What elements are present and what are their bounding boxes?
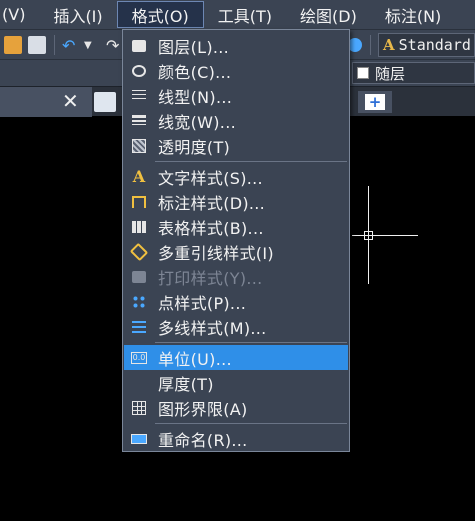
menu-item-table-style[interactable]: 表格样式(B)... [124, 214, 348, 239]
menu-tools[interactable]: 工具(T) [204, 1, 286, 28]
menu-item-label: 线宽(W)... [158, 112, 236, 132]
text-style-combo[interactable]: A Standard [378, 33, 475, 57]
menu-item-rename[interactable]: 重命名(R)... [124, 426, 348, 451]
match-properties-icon[interactable] [28, 36, 46, 54]
menu-item-linetype[interactable]: 线型(N)... [124, 83, 348, 108]
menu-insert[interactable]: 插入(I) [39, 1, 116, 28]
text-style-icon: A [383, 36, 395, 54]
close-icon[interactable]: ✕ [62, 89, 79, 113]
plus-icon: + [365, 94, 385, 110]
multiline-style-icon [124, 314, 154, 339]
menu-format[interactable]: 格式(O) [116, 1, 204, 28]
menu-item-label: 多线样式(M)... [158, 318, 267, 338]
menu-item-label: 重命名(R)... [158, 430, 248, 450]
units-icon: 0.0 [131, 351, 147, 364]
crosshair-horizontal [352, 235, 418, 236]
menu-item-transparency[interactable]: 透明度(T) [124, 133, 348, 158]
new-tab-button[interactable]: + [358, 91, 392, 113]
menu-view[interactable]: (V) [0, 1, 39, 28]
undo-icon[interactable]: ↶ [62, 36, 80, 55]
toolbar-separator [54, 35, 55, 55]
menu-item-drawing-limits[interactable]: 图形界限(A) [124, 395, 348, 420]
color-swatch [357, 67, 369, 79]
menu-bar: (V) 插入(I) 格式(O) 工具(T) 绘图(D) 标注(N) [0, 0, 475, 29]
menu-separator [155, 161, 347, 162]
menu-item-dimension-style[interactable]: 标注样式(D)... [124, 189, 348, 214]
menu-item-label: 图层(L)... [158, 37, 230, 57]
menu-item-point-style[interactable]: 点样式(P)... [124, 289, 348, 314]
menu-item-label: 文字样式(S)... [158, 168, 263, 188]
dimension-style-icon [124, 189, 154, 214]
menu-item-color[interactable]: 颜色(C)... [124, 58, 348, 83]
menu-item-units[interactable]: 0.0 单位(U)... [124, 345, 348, 370]
table-style-icon [124, 214, 154, 239]
plot-style-icon [124, 264, 154, 289]
menu-item-label: 线型(N)... [158, 87, 233, 107]
lineweight-icon [124, 108, 154, 133]
toolbar-separator [370, 35, 371, 55]
menu-item-label: 颜色(C)... [158, 62, 232, 82]
undo-dropdown-icon[interactable]: ▼ [84, 40, 102, 58]
menu-dimension[interactable]: 标注(N) [371, 1, 455, 28]
menu-item-plot-style: 打印样式(Y)... [124, 264, 348, 289]
drawing-limits-icon [124, 395, 154, 420]
crosshair-pickbox [364, 231, 373, 240]
drawing-file-icon[interactable] [94, 92, 116, 112]
menu-item-label: 表格样式(B)... [158, 218, 264, 238]
point-style-icon [124, 289, 154, 314]
menu-item-label: 多重引线样式(I) [158, 243, 274, 263]
document-tab[interactable]: ✕ [0, 87, 92, 117]
menu-item-text-style[interactable]: A 文字样式(S)... [124, 164, 348, 189]
menu-item-thickness[interactable]: 厚度(T) [124, 370, 348, 395]
menu-item-multiline-style[interactable]: 多线样式(M)... [124, 314, 348, 339]
layers-icon [124, 33, 154, 58]
format-menu-dropdown: 图层(L)... 颜色(C)... 线型(N)... 线宽(W)... 透明度(… [122, 29, 350, 452]
text-style-value: Standard [398, 36, 471, 54]
multileader-style-icon [124, 239, 154, 264]
transparency-icon [124, 133, 154, 158]
menu-item-label: 厚度(T) [158, 374, 214, 394]
linetype-icon [124, 83, 154, 108]
palette-icon [124, 58, 154, 83]
menu-item-label: 单位(U)... [158, 349, 232, 369]
rename-icon [124, 426, 154, 451]
menu-item-layer[interactable]: 图层(L)... [124, 33, 348, 58]
menu-item-label: 标注样式(D)... [158, 193, 266, 213]
color-value: 随层 [375, 64, 406, 83]
menu-draw[interactable]: 绘图(D) [286, 1, 371, 28]
text-style-icon: A [132, 167, 146, 186]
menu-item-label: 透明度(T) [158, 137, 231, 157]
menu-item-label: 图形界限(A) [158, 399, 248, 419]
menu-item-label: 打印样式(Y)... [158, 268, 263, 288]
menu-item-label: 点样式(P)... [158, 293, 247, 313]
menu-item-lineweight[interactable]: 线宽(W)... [124, 108, 348, 133]
menu-separator [155, 342, 347, 343]
menu-separator [155, 423, 347, 424]
paste-icon[interactable] [4, 36, 22, 54]
help-icon[interactable] [348, 38, 362, 52]
menu-item-multileader-style[interactable]: 多重引线样式(I) [124, 239, 348, 264]
color-combo[interactable]: 随层 [352, 62, 475, 84]
